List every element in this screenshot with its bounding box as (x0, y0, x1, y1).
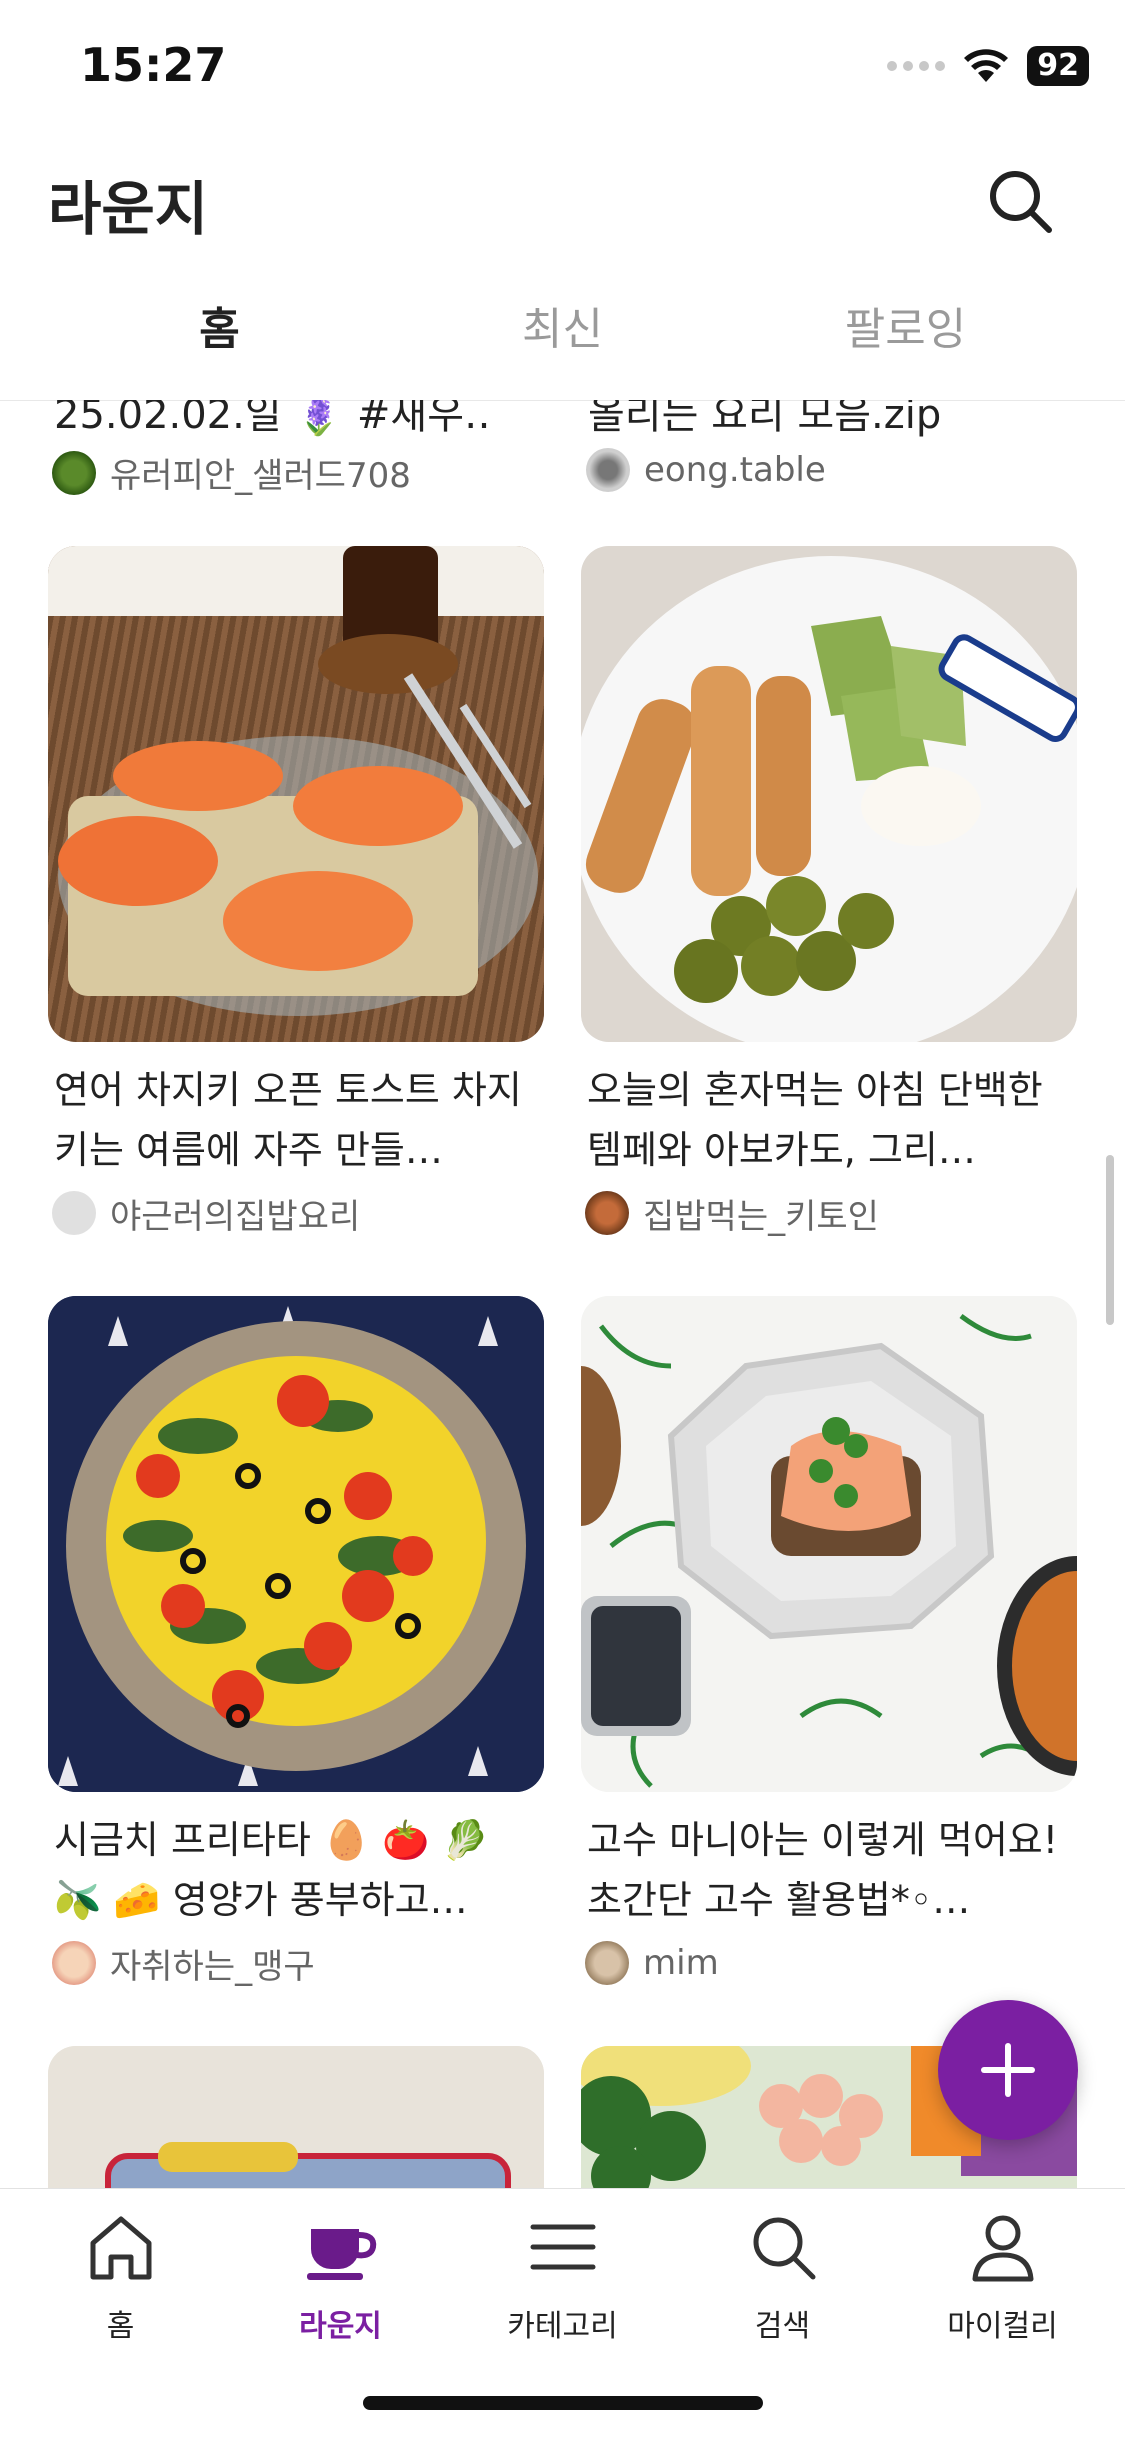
page-title: 라운지 (48, 175, 209, 243)
post-image (48, 1296, 544, 1792)
tab-following[interactable]: 팔로잉 (718, 285, 1093, 395)
post-author: 자취하는_맹구 (48, 1938, 544, 1988)
battery-icon: 92 (1027, 46, 1089, 86)
avatar (52, 450, 96, 495)
home-indicator (363, 2396, 763, 2410)
search-icon (753, 2217, 815, 2280)
post-author[interactable]: 유러피안_샐러드708 (52, 448, 411, 497)
post-card[interactable]: 연어 차지키 오픈 토스트 차지키는 여름에 자주 만들… 야근러의집밥요리 (48, 546, 544, 1238)
avatar (586, 448, 630, 492)
post-image (48, 2046, 544, 2188)
nav-search[interactable]: 검색 (670, 2207, 895, 2345)
home-icon (90, 2216, 151, 2280)
nav-lounge[interactable]: 라운지 (228, 2207, 453, 2345)
avatar (585, 1941, 629, 1985)
nav-category[interactable]: 카테고리 (450, 2207, 675, 2345)
status-bar: 15:27 92 (0, 0, 1125, 140)
avatar (52, 1191, 96, 1235)
post-title: 연어 차지키 오픈 토스트 차지키는 여름에 자주 만들… (54, 1068, 522, 1172)
post-card[interactable] (48, 2046, 544, 2188)
post-title: 오늘의 혼자먹는 아침 단백한 템페와 아보카도, 그리… (587, 1068, 1043, 1172)
post-title: 시금치 프리타타 🥚 🍅 🥬 🫒 🧀 영양가 풍부하고… (54, 1818, 489, 1922)
post-image (581, 1296, 1077, 1792)
nav-home[interactable]: 홈 (8, 2207, 233, 2345)
status-time: 15:27 (80, 38, 227, 92)
post-author: 야근러의집밥요리 (48, 1188, 544, 1238)
post-title: 고수 마니아는 이렇게 먹어요! 초간단 고수 활용법*◦… (587, 1818, 1058, 1922)
post-image (48, 546, 544, 1042)
scroll-indicator[interactable] (1106, 1155, 1114, 1325)
search-icon[interactable] (985, 166, 1055, 236)
post-card[interactable]: 오늘의 혼자먹는 아침 단백한 템페와 아보카도, 그리… 집밥먹는_키토인 (581, 546, 1077, 1238)
avatar (585, 1191, 629, 1235)
tab-latest[interactable]: 최신 (375, 285, 750, 395)
post-title[interactable]: 올리는 요리 모음.zip (588, 400, 1068, 440)
plus-icon (981, 2043, 1035, 2097)
tab-home[interactable]: 홈 (32, 285, 407, 395)
user-icon (972, 2215, 1033, 2282)
post-title[interactable]: 25.02.02.일 🪻 #새우… (54, 400, 494, 440)
menu-icon (530, 2224, 595, 2270)
add-post-button[interactable] (938, 2000, 1078, 2140)
cup-icon (306, 2229, 376, 2280)
post-author: 집밥먹는_키토인 (581, 1188, 1077, 1238)
signal-icon (887, 61, 946, 71)
lounge-tabs: 홈 최신 팔로잉 (0, 285, 1125, 401)
wifi-icon (964, 49, 1009, 82)
app-header: 라운지 (0, 140, 1125, 260)
post-author: mim (581, 1938, 1077, 1988)
post-author[interactable]: eong.table (586, 448, 826, 492)
post-image (581, 546, 1077, 1042)
status-icons: 92 (887, 46, 1089, 86)
post-card[interactable]: 고수 마니아는 이렇게 먹어요! 초간단 고수 활용법*◦… mim (581, 1296, 1077, 1988)
post-card[interactable]: 시금치 프리타타 🥚 🍅 🥬 🫒 🧀 영양가 풍부하고… 자취하는_맹구 (48, 1296, 544, 1988)
avatar (52, 1941, 96, 1985)
feed-grid: 25.02.02.일 🪻 #새우… 유러피안_샐러드708 올리는 요리 모음.… (0, 400, 1125, 2188)
nav-my-kurly[interactable]: 마이컬리 (890, 2207, 1115, 2345)
